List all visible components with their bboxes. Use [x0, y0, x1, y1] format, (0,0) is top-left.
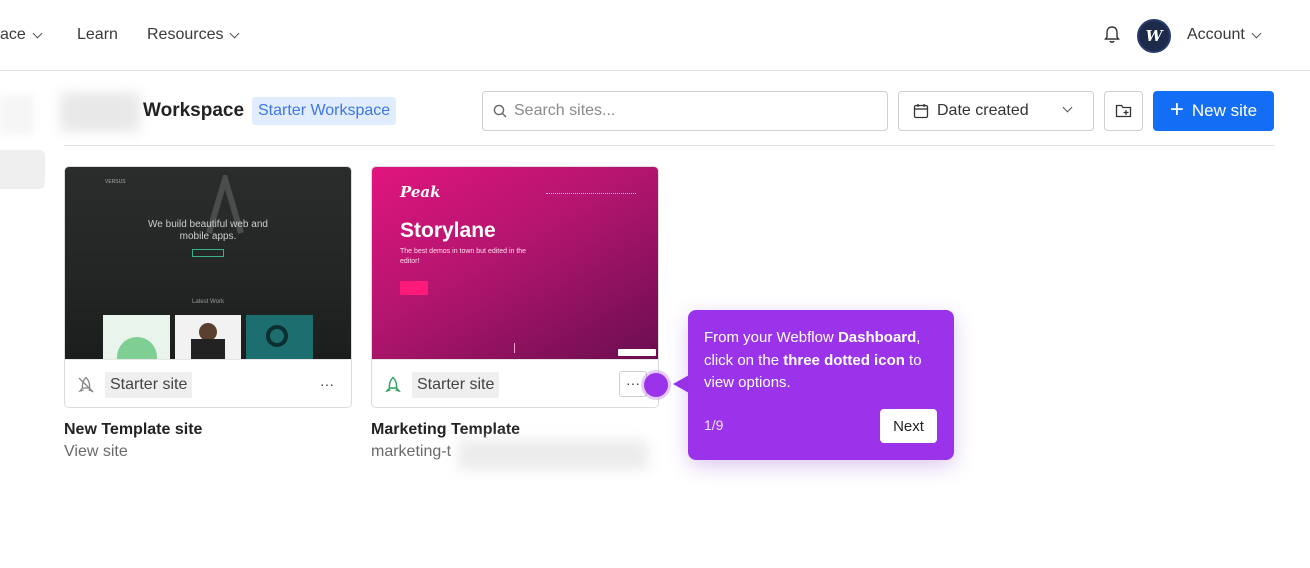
thumb-tagline: The best demos in town but edited in the…: [400, 248, 527, 265]
sidebar-blurred-item: [0, 95, 34, 135]
workspace-plan-badge[interactable]: Starter Workspace: [252, 97, 397, 125]
thumb-title: Storylane: [400, 219, 496, 242]
sort-label: Date created: [937, 102, 1029, 119]
workspace-title: Workspace: [143, 100, 245, 121]
rocket-off-icon: [78, 376, 94, 393]
tooltip-bold-three-dotted-icon: three dotted icon: [783, 351, 905, 369]
chevron-down-icon: [1251, 28, 1262, 38]
more-options-button[interactable]: ···: [313, 373, 341, 399]
site-card-footer: Starter site ···: [65, 359, 351, 407]
tooltip-text: From your Webflow Dashboard, click on th…: [704, 327, 944, 395]
workspace-name-redacted: [60, 92, 140, 132]
account-menu[interactable]: Account: [1187, 26, 1262, 44]
nav-resources[interactable]: Resources: [147, 26, 240, 44]
site-name[interactable]: Marketing Template: [371, 421, 520, 439]
nav-learn[interactable]: Learn: [77, 26, 118, 44]
bell-icon[interactable]: [1103, 25, 1121, 45]
search-box[interactable]: [482, 91, 888, 131]
new-folder-button[interactable]: [1104, 91, 1143, 131]
site-card-footer: Starter site ···: [372, 359, 658, 407]
thumb-work-1: [103, 315, 170, 359]
thumb-nav: [546, 193, 636, 196]
nav-marketplace-label: ace: [0, 26, 26, 43]
thumb-headline-1: We build beautiful web and: [148, 219, 268, 230]
site-thumbnail[interactable]: VERSUS We build beautiful web and mobile…: [65, 167, 351, 359]
tooltip-arrow: [673, 375, 689, 393]
thumb-work-3: [246, 315, 313, 359]
thumb-cta: [192, 249, 224, 257]
account-label: Account: [1187, 26, 1245, 43]
site-name[interactable]: New Template site: [64, 421, 202, 439]
tooltip-step-counter: 1/9: [704, 417, 724, 433]
search-icon: [493, 104, 507, 118]
site-link-redacted: [458, 440, 648, 470]
thumb-brand: VERSUS: [105, 179, 126, 185]
thumb-made-in-webflow-badge: [618, 349, 656, 356]
site-link[interactable]: View site: [64, 443, 128, 461]
sort-dropdown[interactable]: Date created: [898, 91, 1094, 131]
thumb-work-2: [175, 315, 241, 359]
folder-add-icon: [1115, 104, 1131, 118]
tour-hotspot[interactable]: [644, 373, 668, 397]
sidebar-selected-item[interactable]: [0, 150, 45, 189]
chevron-down-icon: [230, 28, 240, 38]
rocket-icon: [385, 376, 401, 393]
more-options-button[interactable]: ···: [619, 371, 647, 397]
avatar-letter: W: [1145, 27, 1163, 45]
status-badge: Starter site: [412, 372, 500, 398]
tour-tooltip: From your Webflow Dashboard, click on th…: [688, 310, 954, 460]
thumb-headline-2: mobile apps.: [179, 231, 237, 242]
nav-learn-label: Learn: [77, 26, 118, 43]
site-card-marketing-template[interactable]: Peak Storylane The best demos in town bu…: [371, 166, 659, 408]
plus-icon: +: [1169, 96, 1184, 123]
tooltip-bold-dashboard: Dashboard: [837, 329, 917, 346]
chevron-down-icon: [32, 28, 43, 38]
new-site-button[interactable]: + New site: [1153, 91, 1274, 131]
chevron-down-icon: [1062, 102, 1073, 113]
thumb-logo: Peak: [400, 183, 441, 201]
nav-resources-label: Resources: [147, 26, 224, 43]
status-badge: Starter site: [105, 372, 193, 398]
tooltip-text-part: From your Webflow: [704, 329, 838, 346]
new-site-label: New site: [1191, 101, 1258, 120]
search-input[interactable]: [514, 102, 874, 120]
calendar-icon: [913, 104, 929, 119]
avatar[interactable]: W: [1137, 19, 1171, 53]
site-link[interactable]: marketing-t: [371, 443, 451, 461]
thumb-section-label: Latest Work: [192, 299, 224, 305]
thumb-cta: [400, 281, 428, 295]
nav-marketplace[interactable]: ace: [0, 26, 43, 44]
thumb-scroll-indicator: [514, 343, 515, 353]
site-thumbnail[interactable]: Peak Storylane The best demos in town bu…: [372, 167, 658, 359]
top-navigation: ace Learn Resources W Account: [0, 0, 1310, 71]
site-card-new-template[interactable]: VERSUS We build beautiful web and mobile…: [64, 166, 352, 408]
tooltip-next-button[interactable]: Next: [880, 409, 937, 443]
header-divider: [64, 145, 1274, 146]
